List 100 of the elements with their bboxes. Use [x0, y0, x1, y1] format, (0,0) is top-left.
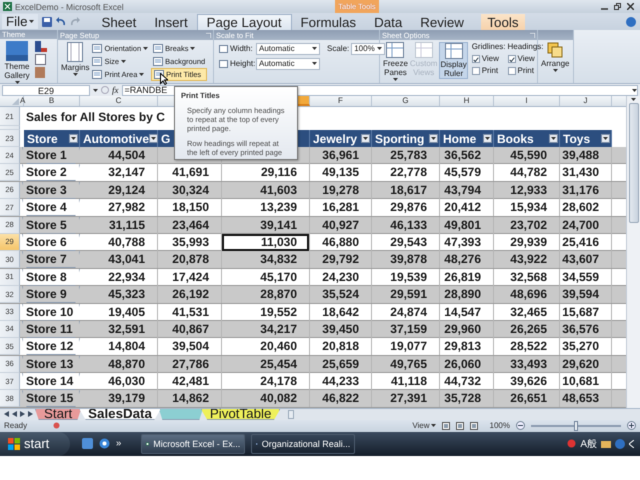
insert-function-button[interactable]: fx: [112, 85, 118, 95]
table-cell: 20,460: [222, 338, 310, 356]
save-icon[interactable]: [42, 17, 52, 27]
dialog-launcher-icon[interactable]: [206, 32, 211, 38]
taskbar-button[interactable]: Organizational Reali...: [251, 434, 356, 454]
scroll-thumb[interactable]: [628, 103, 638, 223]
grid-icon: [444, 43, 463, 59]
page-break-view-icon[interactable]: [470, 422, 478, 430]
previous-sheet-icon[interactable]: [12, 411, 17, 418]
checkbox[interactable]: [472, 54, 480, 62]
first-sheet-icon[interactable]: [4, 411, 9, 418]
ribbon-tab[interactable]: Page Layout: [196, 14, 292, 30]
restore-icon[interactable]: [614, 3, 621, 10]
alert-icon[interactable]: [567, 439, 576, 448]
table-cell: 16,281: [310, 199, 372, 216]
table-cell: 39,504: [158, 338, 222, 356]
caret-icon: [312, 47, 317, 50]
column-label: Automotive: [83, 132, 149, 146]
browser-icon[interactable]: [99, 438, 110, 450]
margins-button[interactable]: Margins: [61, 42, 90, 76]
close-icon[interactable]: [627, 3, 634, 10]
grid-icon: [414, 42, 433, 58]
height-dropdown[interactable]: Automatic: [256, 58, 320, 70]
column-header[interactable]: J: [560, 96, 612, 106]
filter-dropdown[interactable]: [601, 134, 610, 143]
group-label: Gridlines:: [472, 42, 506, 51]
name-box[interactable]: E29: [2, 84, 90, 96]
worksheet-tab[interactable]: Start: [35, 408, 82, 420]
worksheet-tab[interactable]: PivotTable: [200, 408, 280, 420]
colors-icon[interactable]: [35, 41, 49, 52]
expand-icon: [632, 88, 637, 92]
field-label: Scale:: [327, 44, 350, 53]
dialog-launcher-icon[interactable]: [530, 32, 535, 38]
table-cell: 40,082: [222, 390, 310, 408]
caret-icon: [151, 137, 156, 140]
ribbon-tab[interactable]: Data: [365, 14, 412, 30]
table-cell: 41,691: [158, 164, 222, 182]
help-icon[interactable]: [615, 438, 625, 449]
column-header[interactable]: A: [20, 96, 24, 106]
column-header[interactable]: H: [440, 96, 494, 106]
checkbox[interactable]: [508, 54, 516, 62]
checkbox-label: View: [518, 54, 535, 63]
column-header[interactable]: F: [310, 96, 372, 106]
start-button[interactable]: start: [0, 432, 70, 456]
scroll-thumb[interactable]: [288, 410, 294, 419]
ribbon-tab[interactable]: Sheet: [92, 14, 146, 30]
ribbon-button[interactable]: Display Ruler: [439, 42, 468, 79]
arrange-button[interactable]: Arrange: [541, 42, 570, 72]
column-header[interactable]: I: [494, 96, 560, 106]
filter-dropdown[interactable]: [483, 134, 492, 143]
scale-spinner[interactable]: 100%: [351, 42, 386, 54]
ribbon-tab[interactable]: Review: [411, 14, 473, 30]
input-method-label[interactable]: A般: [580, 436, 597, 451]
zoom-slider-thumb[interactable]: [574, 420, 578, 431]
undo-icon[interactable]: [56, 17, 66, 27]
ribbon-button[interactable]: Freeze Panes: [383, 42, 408, 81]
page-icon: [153, 57, 164, 66]
table-cell: 29,792: [310, 251, 372, 268]
zoom-level[interactable]: 100%: [490, 421, 510, 430]
grid-icon: [386, 42, 404, 58]
next-sheet-icon[interactable]: [20, 411, 25, 418]
table-cell: 22,778: [372, 164, 440, 182]
normal-view-icon[interactable]: [442, 422, 450, 430]
help-icon[interactable]: [626, 17, 636, 27]
filter-dropdown[interactable]: [69, 134, 78, 143]
table-cell: 34,832: [222, 251, 310, 268]
checkbox[interactable]: [472, 66, 480, 74]
filter-dropdown[interactable]: [429, 134, 438, 143]
worksheet-tab[interactable]: SalesData: [79, 408, 161, 420]
more-button[interactable]: »: [116, 438, 122, 450]
page-icon: [92, 44, 102, 53]
theme-gallery-button[interactable]: Theme Gallery: [3, 41, 31, 84]
file-menu[interactable]: File: [2, 14, 38, 29]
zoom-out-icon[interactable]: [516, 421, 525, 430]
checkbox[interactable]: [508, 66, 516, 74]
ribbon-tab[interactable]: Tools: [480, 14, 525, 30]
column-header[interactable]: G: [372, 96, 440, 106]
filter-dropdown[interactable]: [361, 134, 370, 143]
width-dropdown[interactable]: Automatic: [256, 42, 320, 54]
page-layout-view-icon[interactable]: [456, 422, 464, 430]
table-cell: 44,782: [494, 164, 560, 182]
view-menu[interactable]: View: [412, 421, 436, 430]
vertical-scrollbar[interactable]: [626, 96, 640, 408]
table-cell: 27,391: [372, 390, 440, 408]
taskbar-button[interactable]: Microsoft Excel - Ex...: [141, 434, 246, 454]
table-cell: Store 4: [22, 199, 80, 216]
zoom-in-icon[interactable]: [627, 421, 636, 430]
filter-dropdown[interactable]: [149, 134, 158, 143]
caret-icon: [603, 137, 608, 140]
column-label: Books: [497, 132, 534, 146]
record-macro-icon[interactable]: [53, 422, 60, 430]
ribbon-tab[interactable]: Insert: [145, 14, 197, 30]
table-cell: 15,934: [494, 199, 560, 216]
last-sheet-icon[interactable]: [28, 411, 33, 418]
column-header[interactable]: C: [80, 96, 158, 106]
ribbon-tab[interactable]: Formulas: [292, 14, 366, 30]
chevron-icon[interactable]: [629, 440, 634, 448]
table-cell: 27,982: [80, 199, 158, 216]
filter-dropdown[interactable]: [549, 134, 558, 143]
column-header[interactable]: B: [24, 96, 80, 106]
